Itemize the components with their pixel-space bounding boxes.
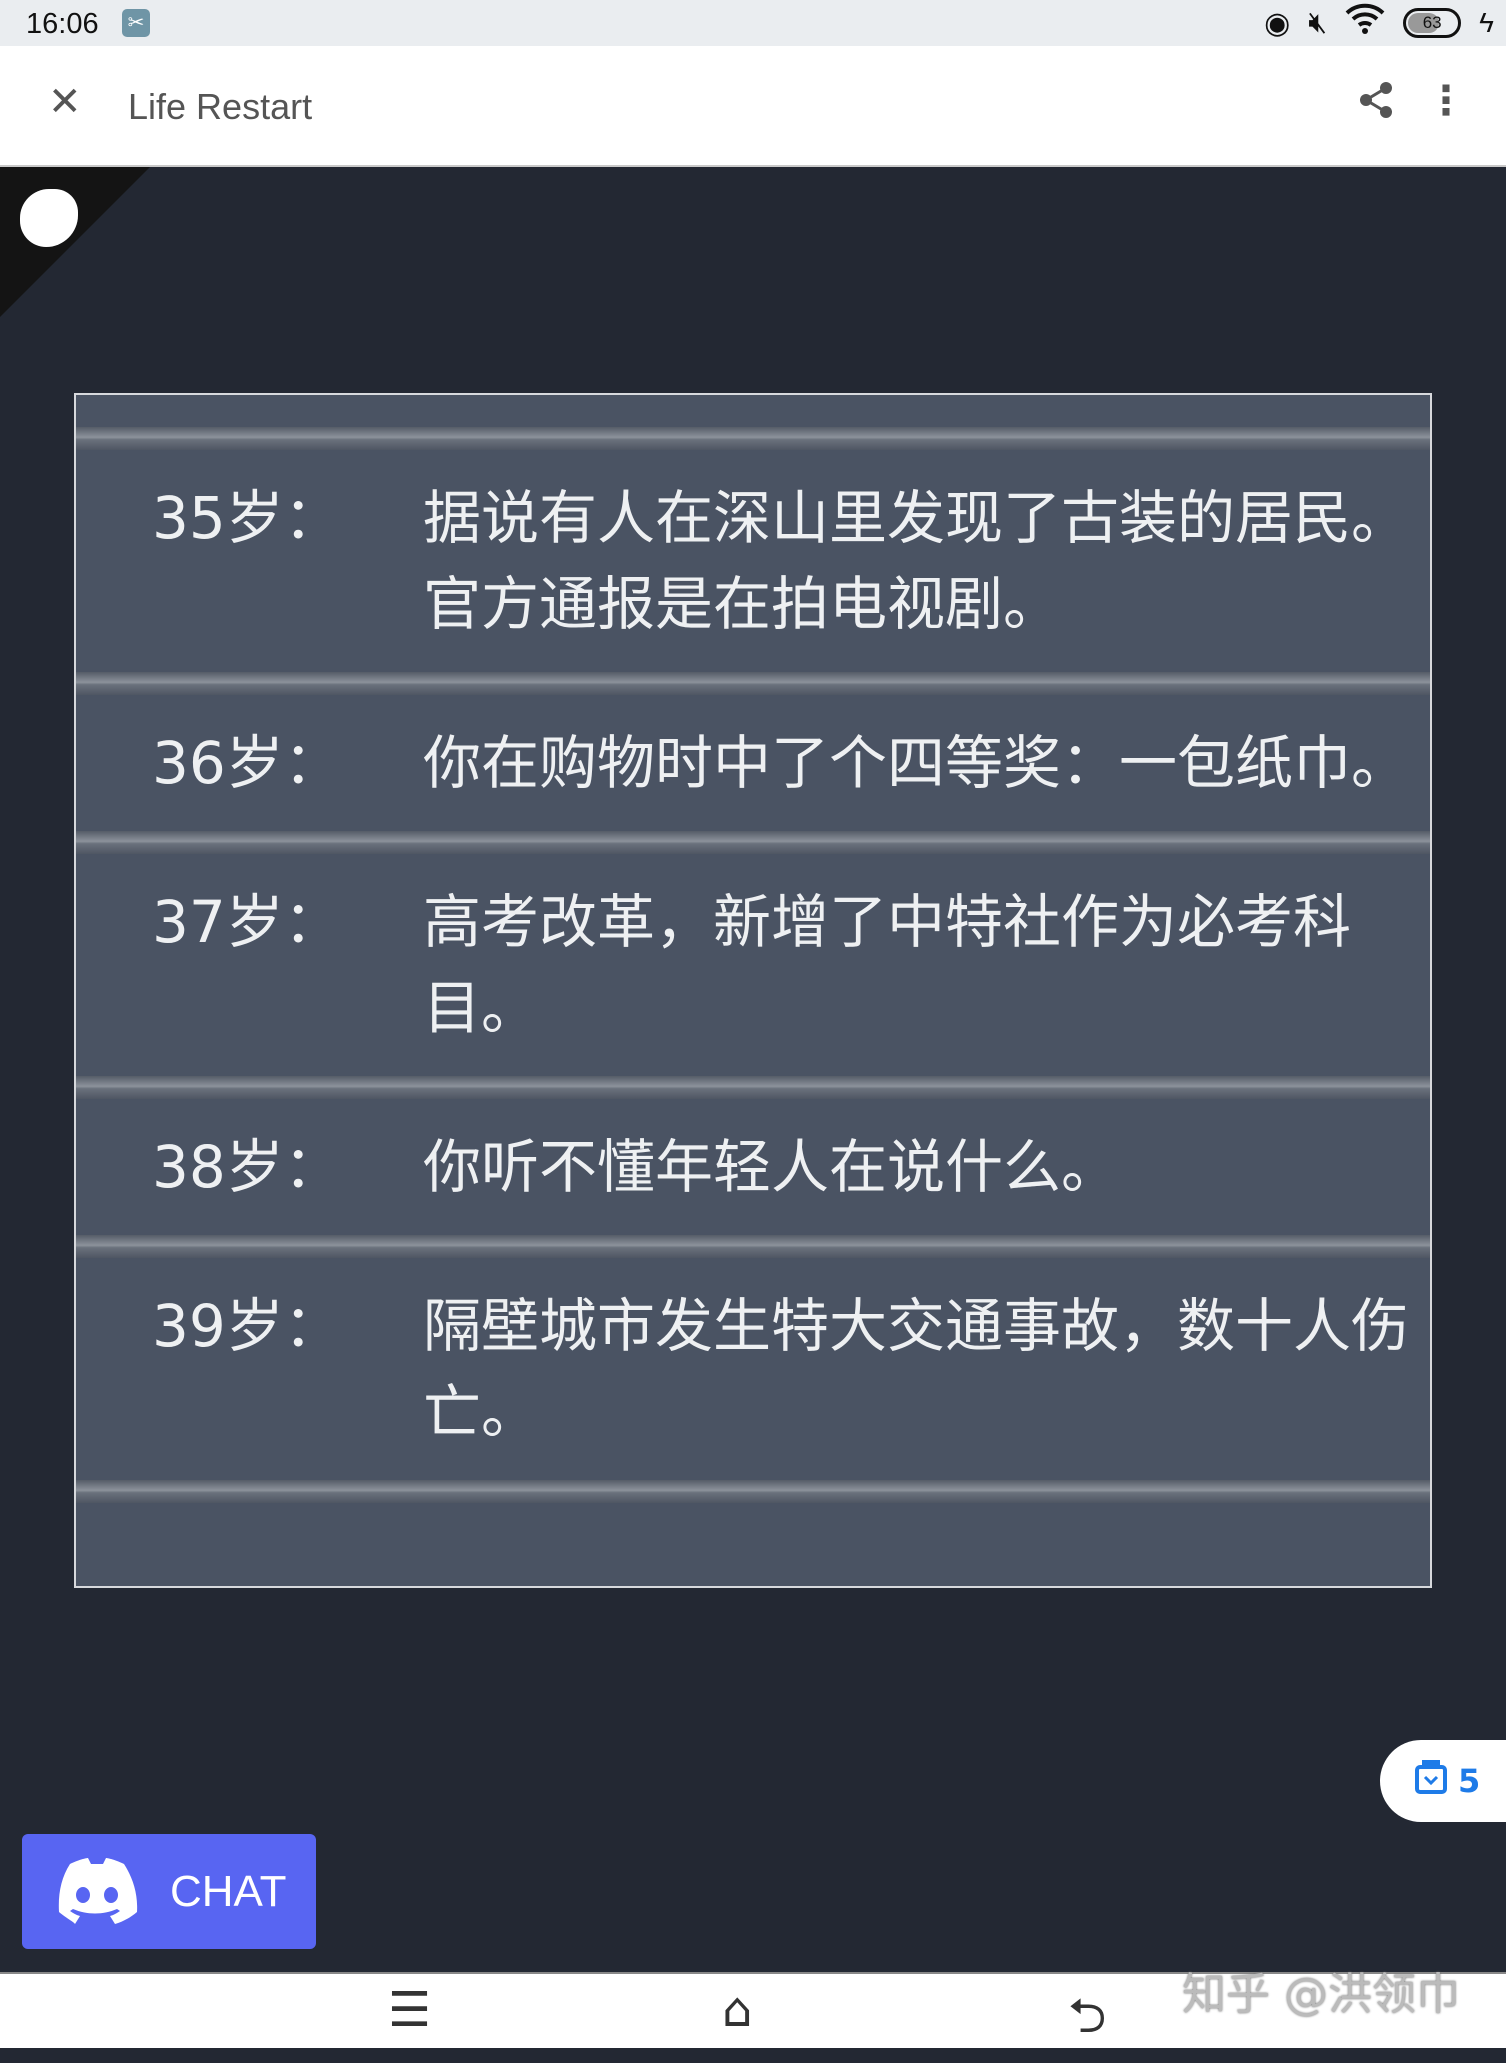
gift-badge-button[interactable]: 5 [1380,1740,1506,1822]
home-icon[interactable]: ⌂ [722,1982,752,2038]
chat-label: CHAT [170,1866,287,1916]
close-icon[interactable]: ✕ [48,82,82,122]
event-text: 你听不懂年轻人在说什么。 [423,1133,1120,1201]
event-age: 39岁： [152,1292,342,1360]
list-item-partial [76,395,1430,450]
calendar-check-icon [1414,1759,1448,1803]
more-vert-icon[interactable]: ⋮ [1426,78,1466,124]
event-age: 35岁： [152,484,342,552]
event-text: 隔壁城市发生特大交通事故，数十人伤亡。 [423,1292,1410,1446]
discord-chat-button[interactable]: CHAT [22,1834,316,1949]
event-list[interactable]: 35岁： 据说有人在深山里发现了古装的居民。官方通报是在拍电视剧。 36岁： 你在购… [74,393,1432,1588]
event-text: 你在购物时中了个四等奖：一包纸巾。 [423,729,1410,797]
list-item: 37岁： 高考改革，新增了中特社作为必考科目。 [76,854,1430,1099]
event-age: 37岁： [152,888,342,956]
corner-logo[interactable] [0,167,150,317]
menu-icon[interactable]: ☰ [388,1982,431,2038]
eye-icon: ◉ [1264,6,1291,40]
event-age: 36岁： [152,729,342,797]
discord-icon [58,1857,138,1924]
back-icon[interactable]: ⮌ [1068,1982,1106,2063]
app-bar: ✕ Life Restart ⋮ [0,46,1506,167]
wifi-icon [1345,3,1385,43]
list-item: 35岁： 据说有人在深山里发现了古装的居民。官方通报是在拍电视剧。 [76,450,1430,695]
scissors-app-icon: ✂ [122,9,150,37]
list-item: 36岁： 你在购物时中了个四等奖：一包纸巾。 [76,695,1430,854]
list-item: 39岁： 隔壁城市发生特大交通事故，数十人伤亡。 [76,1258,1430,1503]
share-icon[interactable] [1356,80,1396,130]
logo-icon [20,189,78,247]
event-text: 高考改革，新增了中特社作为必考科目。 [423,888,1352,1042]
mute-icon: 🔇︎ [1308,6,1328,39]
page-title: Life Restart [128,86,313,127]
list-item: 38岁： 你听不懂年轻人在说什么。 [76,1099,1430,1258]
status-time: 16:06 [26,8,99,40]
event-age: 38岁： [152,1133,342,1201]
battery-icon: 63 [1403,8,1462,38]
watermark: 知乎 @洪领巾 [1182,1969,1460,2020]
badge-count: 5 [1458,1762,1481,1800]
status-bar: 16:06 ✂ ◉ 🔇︎ 63 ϟ [0,0,1506,46]
event-text: 据说有人在深山里发现了古装的居民。官方通报是在拍电视剧。 [423,484,1410,638]
charging-icon: ϟ [1479,7,1494,38]
